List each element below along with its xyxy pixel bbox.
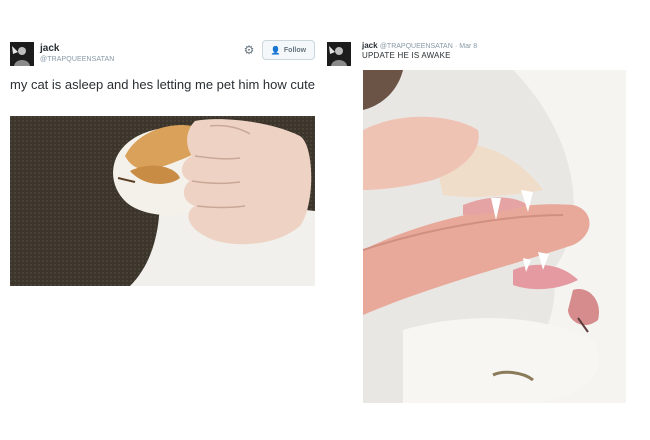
follow-label: Follow <box>283 46 307 54</box>
user-name[interactable]: jack <box>40 43 59 54</box>
user-handle[interactable]: @TRAPQUEENSATAN <box>380 43 453 50</box>
gear-icon[interactable]: ⚙ <box>242 43 256 57</box>
tweet-date[interactable]: Mar 8 <box>459 43 477 50</box>
follow-button[interactable]: 👤 Follow <box>262 40 315 60</box>
sleeping-cat-photo[interactable] <box>10 116 315 286</box>
tweet-awake-cat: jack @TRAPQUEENSATAN · Mar 8 UPDATE HE I… <box>325 0 650 440</box>
tweet-text: my cat is asleep and hes letting me pet … <box>10 77 315 92</box>
tweet-text: UPDATE HE IS AWAKE <box>362 51 451 60</box>
avatar[interactable] <box>327 42 351 66</box>
user-handle[interactable]: @TRAPQUEENSATAN <box>40 56 114 63</box>
add-user-icon: 👤 <box>270 45 281 55</box>
user-name[interactable]: jack <box>362 41 378 50</box>
avatar[interactable] <box>10 42 34 66</box>
tweet-header: jack @TRAPQUEENSATAN · Mar 8 <box>362 41 477 50</box>
tweet-sleeping-cat: jack @TRAPQUEENSATAN ⚙ 👤 Follow my cat i… <box>0 0 325 440</box>
awake-cat-photo[interactable] <box>363 70 626 403</box>
